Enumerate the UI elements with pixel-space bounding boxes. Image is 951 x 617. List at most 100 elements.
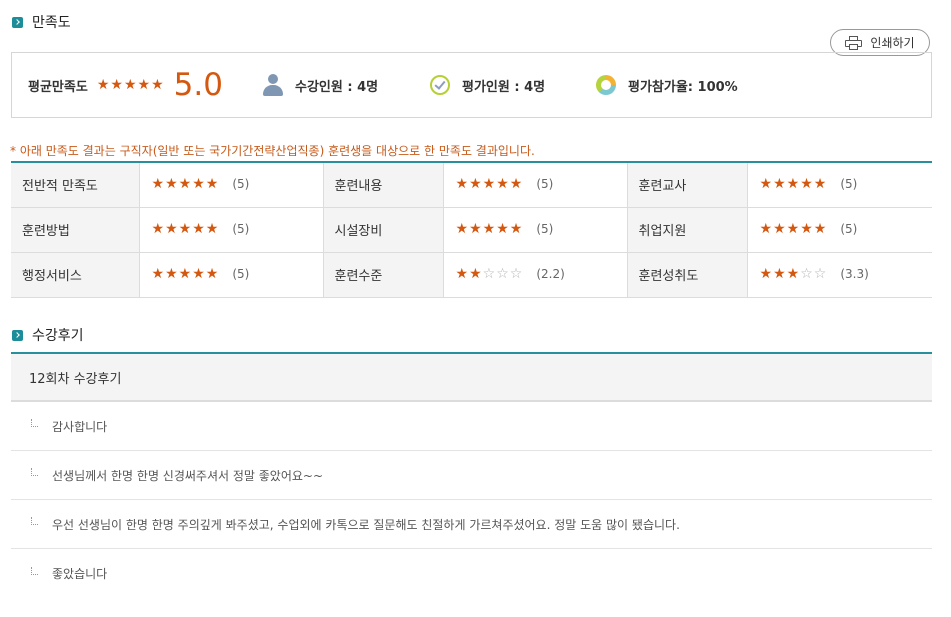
star-icon: ★ <box>205 176 219 193</box>
participation-stat: 평가참가율: 100% <box>596 53 738 117</box>
rating-score: (5) <box>840 177 858 192</box>
star-icon: ★ <box>469 266 482 282</box>
reply-indent-icon <box>31 517 38 525</box>
rating-score: (5) <box>536 177 554 192</box>
star-icon: ★ <box>800 176 813 193</box>
rating-row: 훈련방법 ★ ★ ★ ★ ★ (5) 시설장비 ★ ★ ★ ★ ★ (5) 취업지원 ★ ★ ★ ★ ★ (5) <box>11 207 932 253</box>
rating-value: ★ ★ ★ ★ ★ (5) <box>747 162 932 208</box>
star-icon: ★ <box>205 221 219 237</box>
star-icon: ★ <box>455 221 469 237</box>
participation-rate: 평가참가율: 100% <box>628 79 738 95</box>
rating-score: (5) <box>840 222 858 236</box>
review-item: 우선 선생님이 한명 한명 주의깊게 봐주셨고, 수업외에 카톡으로 질문해도 … <box>11 500 932 549</box>
star-icon: ★ <box>178 176 192 193</box>
enrolled-stat: 수강인원 : 4명 <box>263 53 378 117</box>
star-rating: ★ ★ ★ ★ ★ <box>456 222 523 236</box>
star-rating: ★ ★ ☆ ☆ ☆ <box>456 267 523 281</box>
star-icon: ★ <box>151 221 165 237</box>
star-rating: ★ ★ ★ ★ ★ <box>152 177 219 191</box>
star-icon: ★ <box>96 77 110 93</box>
star-icon: ★ <box>151 77 164 93</box>
rating-score: (3.3) <box>840 267 869 281</box>
satisfaction-notice: * 아래 만족도 결과는 구직자(일반 또는 국가기간전략산업직종) 훈련생을 … <box>10 144 535 158</box>
rating-score: (5) <box>232 222 250 236</box>
rating-score: (5) <box>232 267 250 281</box>
review-session-title: 12회차 수강후기 <box>11 354 932 402</box>
reply-indent-icon <box>31 468 38 476</box>
rating-value: ★ ★ ★ ★ ★ (5) <box>139 207 324 253</box>
star-icon: ★ <box>800 221 813 237</box>
reply-indent-icon <box>31 419 38 427</box>
star-icon: ★ <box>773 266 786 282</box>
rating-score: (5) <box>536 222 554 236</box>
star-icon: ★ <box>496 221 509 237</box>
avg-satisfaction-label: 평균만족도 <box>28 79 88 95</box>
rating-value: ★ ★ ★ ★ ★ (5) <box>443 207 628 253</box>
star-icon: ★ <box>482 221 496 237</box>
person-icon <box>263 74 283 96</box>
star-icon: ★ <box>165 221 178 237</box>
review-item: 선생님께서 한명 한명 신경써주셔서 정말 좋았어요~~ <box>11 451 932 500</box>
review-item: 감사합니다 <box>11 402 932 451</box>
star-rating: ★ ★ ★ ☆ ☆ <box>760 267 827 281</box>
reviews-section-header: 수강후기 <box>12 325 84 345</box>
star-icon: ★ <box>165 176 178 193</box>
star-rating: ★ ★ ★ ★ ★ <box>152 222 219 236</box>
review-text: 선생님께서 한명 한명 신경써주셔서 정말 좋았어요~~ <box>52 468 324 483</box>
star-icon: ★ <box>192 266 205 282</box>
rating-value: ★ ★ ★ ☆ ☆ (3.3) <box>747 252 932 298</box>
check-circle-icon <box>430 75 450 95</box>
star-icon: ★ <box>509 176 523 193</box>
star-icon: ★ <box>786 221 800 237</box>
star-icon: ★ <box>509 221 523 237</box>
reviews-section-title: 수강후기 <box>32 328 84 344</box>
rating-category-label: 훈련교사 <box>627 162 748 208</box>
reviews-panel: 12회차 수강후기 감사합니다선생님께서 한명 한명 신경써주셔서 정말 좋았어… <box>11 352 932 598</box>
star-icon: ★ <box>137 77 151 93</box>
star-icon: ★ <box>178 221 192 237</box>
print-button-label: 인쇄하기 <box>870 36 915 50</box>
section-arrow-icon <box>12 16 23 28</box>
star-icon: ★ <box>773 176 786 193</box>
printer-icon <box>845 35 863 50</box>
rating-category-label: 훈련방법 <box>11 207 140 253</box>
star-icon: ★ <box>786 176 800 193</box>
star-icon: ★ <box>151 266 165 282</box>
review-list: 감사합니다선생님께서 한명 한명 신경써주셔서 정말 좋았어요~~ 우선 선생님이… <box>11 402 932 598</box>
rating-row: 행정서비스 ★ ★ ★ ★ ★ (5) 훈련수준 ★ ★ ☆ ☆ ☆ (2.2) 훈련성취도 ★ ★ ★ ☆ ☆ (3.… <box>11 252 932 298</box>
donut-chart-icon <box>596 75 616 95</box>
star-icon: ★ <box>469 221 482 237</box>
review-text: 감사합니다 <box>52 419 108 434</box>
star-icon: ★ <box>455 266 469 282</box>
raters-stat: 평가인원 : 4명 <box>430 53 545 117</box>
rating-row: 전반적 만족도 ★ ★ ★ ★ ★ (5) 훈련내용 ★ ★ ★ ★ ★ (5) 훈련교사 ★ ★ ★ ★ ★ (5) <box>11 162 932 208</box>
satisfaction-section-title: 만족도 <box>32 15 71 31</box>
rating-category-label: 전반적 만족도 <box>11 162 140 208</box>
star-rating: ★ ★ ★ ★ ★ <box>760 222 827 236</box>
review-text: 좋았습니다 <box>52 567 108 581</box>
section-arrow-icon <box>12 329 23 341</box>
rating-value: ★ ★ ★ ★ ★ (5) <box>139 252 324 298</box>
review-item: 좋았습니다 <box>11 549 932 598</box>
star-icon: ★ <box>813 221 827 237</box>
reply-indent-icon <box>31 566 38 575</box>
star-icon: ★ <box>759 176 773 193</box>
star-icon: ★ <box>123 77 137 93</box>
star-icon: ★ <box>773 221 786 237</box>
star-rating: ★ ★ ★ ★ ★ <box>456 177 523 191</box>
star-icon: ★ <box>205 266 219 282</box>
rating-value: ★ ★ ★ ★ ★ (5) <box>139 162 324 208</box>
star-icon: ★ <box>151 176 165 193</box>
avg-score: 5.0 <box>173 67 223 103</box>
star-icon: ★ <box>469 176 482 193</box>
rating-value: ★ ★ ★ ★ ★ (5) <box>747 207 932 253</box>
raters-count: 평가인원 : 4명 <box>462 79 546 95</box>
rating-category-label: 훈련성취도 <box>627 252 748 298</box>
rating-score: (2.2) <box>536 267 565 281</box>
star-rating: ★ ★ ★ ★ ★ <box>152 267 219 281</box>
star-icon: ☆ <box>509 266 523 282</box>
star-icon: ☆ <box>813 266 827 282</box>
star-icon: ★ <box>813 176 827 193</box>
star-icon: ★ <box>759 266 773 282</box>
star-icon: ★ <box>110 77 123 93</box>
